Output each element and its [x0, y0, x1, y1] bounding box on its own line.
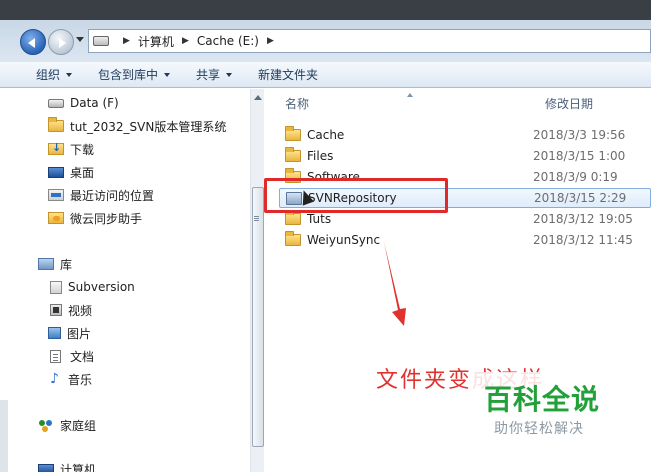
annotation-highlight-box [264, 178, 448, 213]
drive-icon [48, 98, 64, 108]
share-label: 共享 [196, 68, 221, 82]
nav-item-label: Data (F) [70, 96, 119, 110]
chevron-down-icon [164, 72, 171, 77]
nav-item-videos[interactable]: 视频 [48, 300, 92, 320]
file-name-cell: Tuts [279, 210, 533, 226]
file-modified-date: 2018/3/9 0:19 [533, 170, 618, 184]
column-header-name[interactable]: 名称 [285, 89, 309, 117]
chevron-right-icon[interactable]: ▶ [267, 36, 274, 46]
nav-item-data-drive[interactable]: Data (F) [48, 93, 119, 113]
drive-icon [93, 36, 109, 46]
include-in-library-label: 包含到库中 [98, 68, 159, 82]
music-icon: ♪ [50, 371, 59, 387]
library-icon [38, 258, 54, 270]
nav-item-music[interactable]: ♪ 音乐 [48, 369, 92, 389]
forward-button[interactable] [48, 29, 74, 55]
nav-item-label: 视频 [68, 303, 93, 318]
picture-icon [48, 327, 61, 339]
chevron-down-icon [66, 72, 73, 77]
recent-places-icon [48, 189, 64, 201]
nav-item-label: 微云同步助手 [70, 211, 143, 226]
nav-item-recent-places[interactable]: 最近访问的位置 [48, 185, 154, 205]
nav-item-tut-folder[interactable]: tut_2032_SVN版本管理系统 [48, 116, 226, 136]
folder-icon [285, 231, 301, 246]
folder-icon [48, 117, 64, 132]
watermark-subtitle: 助你轻松解决 [494, 421, 584, 437]
file-name: Tuts [307, 212, 332, 226]
nav-item-desktop[interactable]: 桌面 [48, 162, 94, 182]
recent-pages-dropdown[interactable] [76, 37, 84, 42]
weiyun-folder-icon [48, 212, 64, 224]
download-folder-icon [48, 141, 64, 155]
navigation-scrollbar[interactable] [250, 89, 264, 472]
new-folder-label: 新建文件夹 [258, 68, 319, 82]
nav-item-label: Subversion [68, 280, 135, 294]
document-icon [50, 349, 61, 363]
file-modified-date: 2018/3/12 11:45 [533, 233, 633, 247]
file-name: Files [307, 149, 334, 163]
file-name-cell: Cache [279, 126, 533, 142]
nav-item-label: tut_2032_SVN版本管理系统 [70, 119, 227, 134]
chevron-down-icon [226, 72, 233, 77]
watermark-logo: 百科全说 [484, 383, 601, 416]
file-name: WeiyunSync [307, 233, 381, 247]
nav-item-documents[interactable]: 文档 [48, 346, 94, 366]
navigation-pane: Data (F) tut_2032_SVN版本管理系统 下载 桌面 最近访问的位… [0, 89, 264, 472]
folder-icon [285, 126, 301, 141]
back-button[interactable] [20, 29, 46, 55]
scrollbar-thumb[interactable] [252, 187, 264, 447]
chevron-right-icon[interactable]: ▶ [182, 36, 189, 46]
file-name-cell: WeiyunSync [279, 231, 533, 247]
nav-item-subversion[interactable]: Subversion [48, 277, 135, 297]
file-row[interactable]: Files 2018/3/15 1:00 [279, 146, 651, 166]
video-icon [50, 304, 62, 316]
organize-button[interactable]: 组织 [36, 66, 73, 83]
share-button[interactable]: 共享 [196, 66, 233, 83]
folder-icon [285, 210, 301, 225]
nav-item-label: 下载 [70, 142, 95, 157]
command-toolbar: 组织 包含到库中 共享 新建文件夹 [0, 62, 651, 88]
chevron-right-icon[interactable]: ▶ [123, 36, 130, 46]
homegroup-icon [38, 418, 54, 432]
nav-group-label: 计算机 [60, 462, 97, 472]
nav-item-pictures[interactable]: 图片 [48, 323, 91, 343]
breadcrumb-cache-drive[interactable]: Cache (E:) [197, 34, 259, 48]
file-modified-date: 2018/3/15 2:29 [534, 191, 627, 205]
nav-group-computer[interactable]: 计算机 [38, 459, 96, 472]
file-row[interactable]: WeiyunSync 2018/3/12 11:45 [279, 230, 651, 250]
desktop-icon [48, 166, 64, 178]
folder-icon [285, 147, 301, 162]
scrollbar-grip-icon [254, 216, 259, 217]
nav-item-label: 音乐 [68, 372, 93, 387]
computer-icon [38, 464, 54, 472]
include-in-library-button[interactable]: 包含到库中 [98, 66, 171, 83]
file-modified-date: 2018/3/15 1:00 [533, 149, 626, 163]
new-folder-button[interactable]: 新建文件夹 [258, 66, 318, 83]
nav-item-label: 图片 [67, 326, 92, 341]
nav-item-label: 桌面 [70, 165, 95, 180]
file-name-cell: Files [279, 147, 533, 163]
nav-item-label: 最近访问的位置 [70, 188, 155, 203]
sort-ascending-icon [407, 93, 413, 97]
window-left-edge [0, 400, 8, 472]
file-name: Cache [307, 128, 345, 142]
nav-item-downloads[interactable]: 下载 [48, 139, 94, 159]
file-modified-date: 2018/3/12 19:05 [533, 212, 633, 226]
nav-item-weiyun[interactable]: 微云同步助手 [48, 208, 142, 228]
nav-group-library[interactable]: 库 [38, 254, 72, 274]
scroll-up-icon[interactable] [254, 95, 262, 100]
nav-group-label: 库 [60, 257, 73, 272]
address-bar[interactable]: ▶ 计算机 ▶ Cache (E:) ▶ [88, 29, 651, 53]
subversion-icon [50, 280, 62, 294]
organize-label: 组织 [36, 68, 61, 82]
file-row[interactable]: Cache 2018/3/3 19:56 [279, 125, 651, 145]
nav-group-homegroup[interactable]: 家庭组 [38, 415, 96, 435]
breadcrumb-computer[interactable]: 计算机 [138, 33, 174, 50]
nav-item-label: 文档 [70, 349, 95, 364]
nav-group-label: 家庭组 [60, 418, 97, 433]
file-modified-date: 2018/3/3 19:56 [533, 128, 626, 142]
column-header-modified[interactable]: 修改日期 [545, 89, 593, 117]
